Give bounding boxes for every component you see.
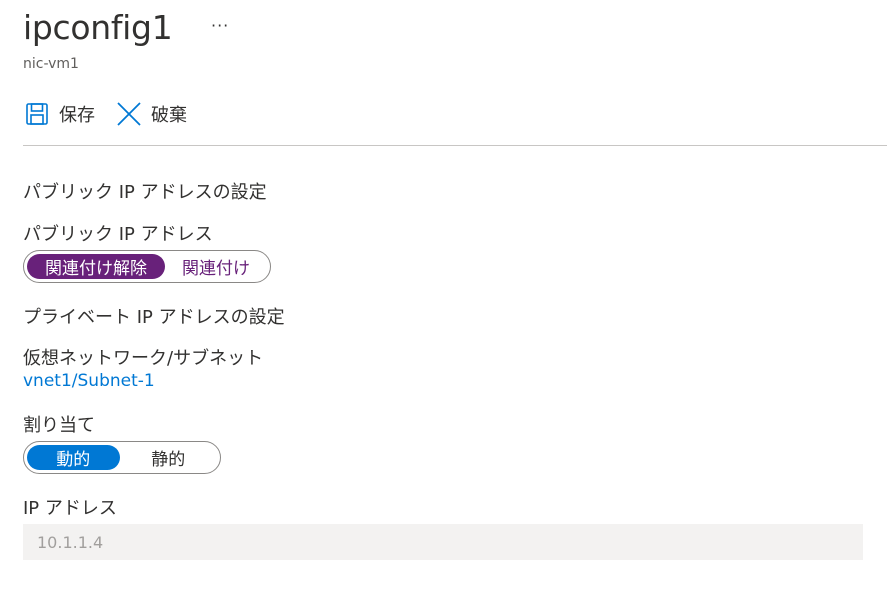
ip-config-blade: ipconfig1 ··· nic-vm1 保存 破棄 パブリック IP アドレ… [0, 0, 887, 613]
assignment-label: 割り当て [23, 415, 95, 436]
public-ip-toggle: 関連付け解除 関連付け [23, 250, 271, 283]
more-icon[interactable]: ··· [211, 16, 229, 35]
ip-address-field: 10.1.1.4 [23, 524, 863, 560]
save-button[interactable]: 保存 [23, 100, 95, 128]
private-ip-section-title: プライベート IP アドレスの設定 [23, 307, 285, 328]
page-title: ipconfig1 [23, 8, 173, 47]
vnet-subnet-label: 仮想ネットワーク/サブネット [23, 348, 264, 369]
option-static[interactable]: 静的 [120, 445, 217, 470]
save-label: 保存 [59, 105, 95, 126]
toolbar-divider [23, 145, 887, 146]
public-ip-label: パブリック IP アドレス [23, 224, 213, 245]
assignment-toggle: 動的 静的 [23, 441, 221, 474]
discard-label: 破棄 [151, 105, 187, 126]
command-bar: 保存 破棄 [23, 100, 207, 128]
save-icon [23, 100, 51, 128]
option-disassociate[interactable]: 関連付け解除 [27, 254, 165, 279]
public-ip-section-title: パブリック IP アドレスの設定 [23, 182, 267, 203]
option-associate[interactable]: 関連付け [165, 254, 267, 279]
discard-button[interactable]: 破棄 [115, 100, 187, 128]
ip-address-label: IP アドレス [23, 498, 117, 519]
close-icon [115, 100, 143, 128]
page-subtitle: nic-vm1 [23, 56, 79, 72]
option-dynamic[interactable]: 動的 [27, 445, 120, 470]
vnet-subnet-link[interactable]: vnet1/Subnet-1 [23, 371, 155, 391]
